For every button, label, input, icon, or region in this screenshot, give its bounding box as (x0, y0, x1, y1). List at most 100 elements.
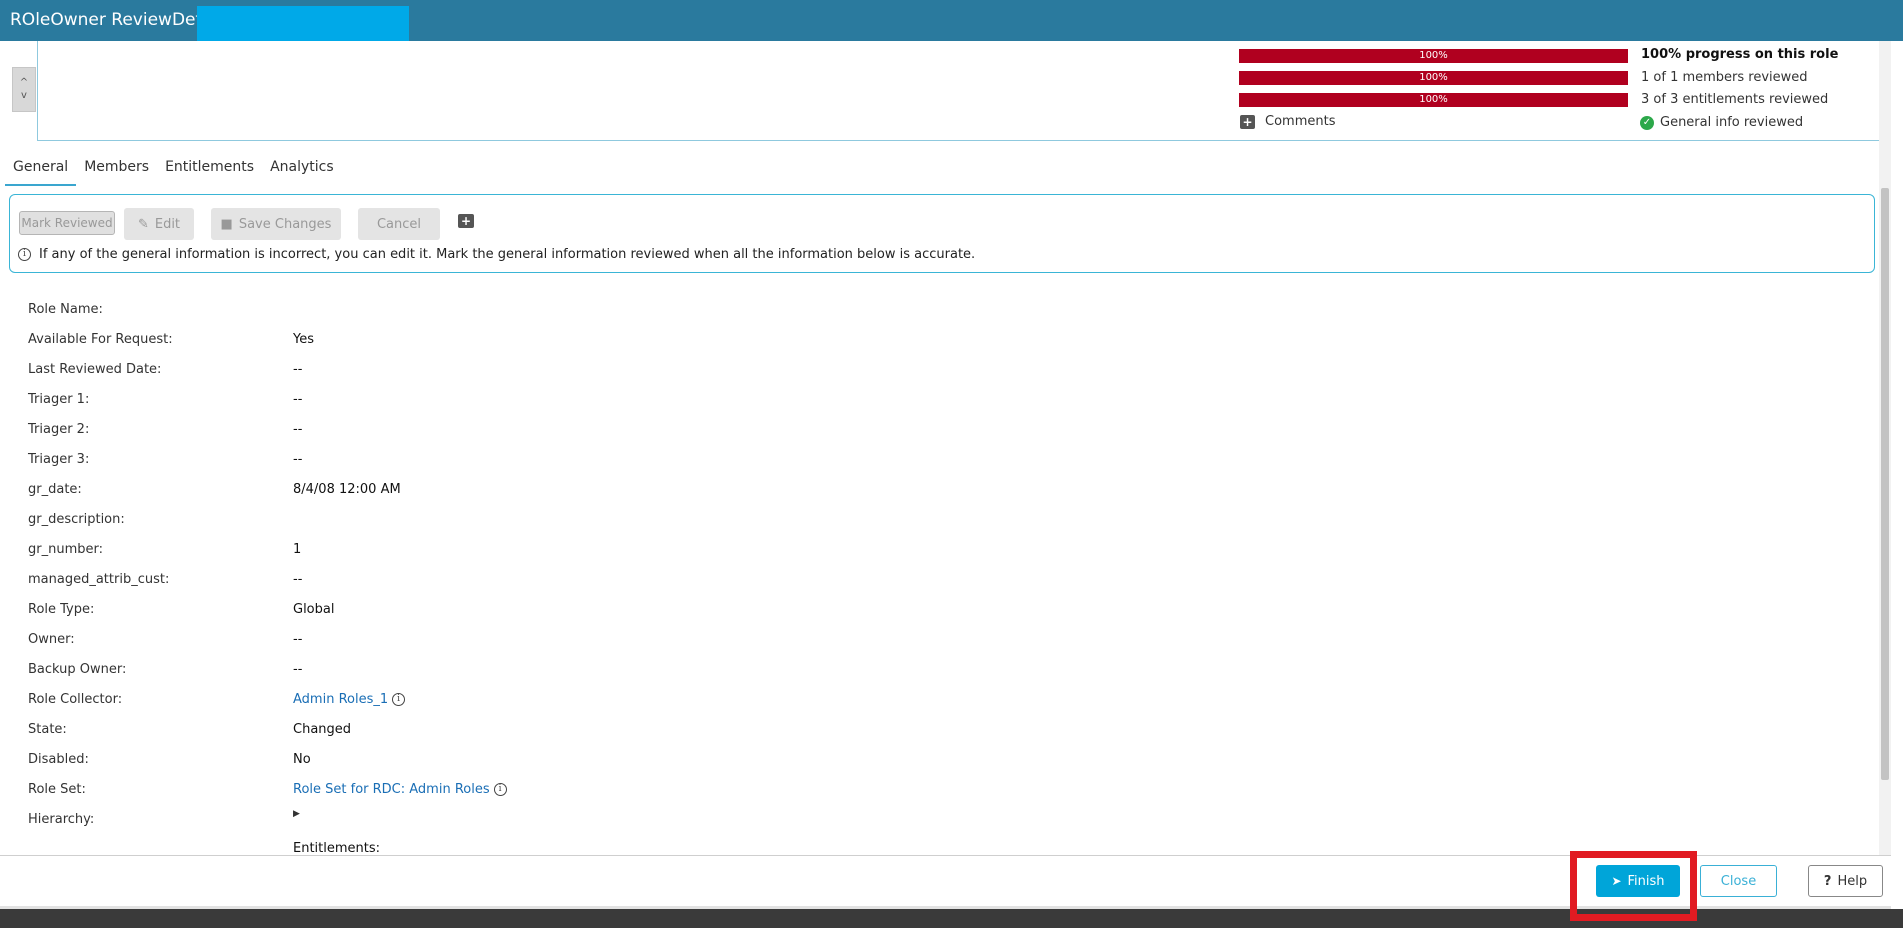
field-row-last-reviewed-date: Last Reviewed Date: -- (0, 354, 1880, 384)
field-label: Triager 1: (28, 392, 90, 407)
general-info-status: ✓ General info reviewed (1640, 115, 1803, 130)
entitlements-progress-bar-text: 100% (1419, 94, 1448, 105)
field-row-role-collector: Role Collector: Admin Roles_1 i (0, 684, 1880, 714)
field-value: No (293, 752, 311, 767)
info-message: i If any of the general information is i… (18, 247, 975, 262)
tab-general[interactable]: General (5, 156, 77, 186)
field-value: -- (293, 662, 303, 677)
field-value: Yes (293, 332, 314, 347)
add-comment-icon[interactable]: + (458, 214, 474, 228)
save-changes-button[interactable]: ■ Save Changes (211, 208, 341, 240)
field-row-gr-description: gr_description: (0, 504, 1880, 534)
finish-button[interactable]: ➤ Finish (1596, 865, 1680, 897)
hierarchy-expand-toggle[interactable]: ▶ (293, 809, 300, 819)
field-row-managed-attrib-cust: managed_attrib_cust: -- (0, 564, 1880, 594)
help-icon: ? (1823, 873, 1832, 889)
send-icon: ➤ (1611, 874, 1622, 888)
collapse-toggle-button[interactable]: ^ v (12, 67, 36, 112)
edit-button-label: Edit (154, 216, 181, 232)
field-row-triager-2: Triager 2: -- (0, 414, 1880, 444)
redacted-title-block (197, 6, 409, 43)
close-button[interactable]: Close (1700, 865, 1777, 897)
tab-entitlements[interactable]: Entitlements (157, 156, 262, 186)
field-label: Backup Owner: (28, 662, 127, 677)
comments-label: Comments (1265, 114, 1336, 129)
field-value: 8/4/08 12:00 AM (293, 482, 401, 497)
field-value: Global (293, 602, 335, 617)
entitlements-progress-bar: 100% (1239, 93, 1628, 107)
caret-right-icon[interactable]: ▶ (293, 809, 300, 819)
field-value: 1 (293, 542, 302, 557)
field-value: Entitlements: (293, 841, 381, 854)
field-row-role-type: Role Type: Global (0, 594, 1880, 624)
add-comment-icon: + (1240, 114, 1255, 129)
chevron-down-icon: v (21, 90, 27, 101)
field-row-backup-owner: Backup Owner: -- (0, 654, 1880, 684)
field-row-owner: Owner: -- (0, 624, 1880, 654)
field-row-triager-1: Triager 1: -- (0, 384, 1880, 414)
comments-link[interactable]: + Comments (1240, 114, 1335, 129)
field-row-state: State: Changed (0, 714, 1880, 744)
role-progress-bar-text: 100% (1419, 50, 1448, 61)
info-icon[interactable]: i (493, 783, 507, 796)
field-value: Changed (293, 722, 352, 737)
field-label: gr_date: (28, 482, 82, 497)
finish-button-label: Finish (1627, 873, 1665, 889)
field-label: Role Collector: (28, 692, 123, 707)
save-changes-label: Save Changes (238, 216, 332, 232)
field-value: -- (293, 632, 303, 647)
help-button[interactable]: ? Help (1808, 865, 1883, 897)
window-title: ROleOwner ReviewDef-1: (10, 10, 224, 30)
edit-button[interactable]: ✎ Edit (124, 208, 194, 240)
field-value: -- (293, 452, 303, 467)
field-label: Role Name: (28, 302, 103, 317)
role-progress-label: 100% progress on this role (1641, 47, 1839, 62)
field-label: Triager 3: (28, 452, 90, 467)
field-label: Disabled: (28, 752, 89, 767)
field-label: Owner: (28, 632, 75, 647)
info-text: If any of the general information is inc… (39, 247, 976, 262)
role-set-link[interactable]: Role Set for RDC: Admin Roles i (293, 782, 507, 797)
field-label: gr_number: (28, 542, 103, 557)
members-progress-bar-text: 100% (1419, 72, 1448, 83)
cancel-button[interactable]: Cancel (358, 208, 440, 240)
role-set-link-text[interactable]: Role Set for RDC: Admin Roles (293, 782, 490, 797)
general-info-label: General info reviewed (1660, 115, 1804, 130)
field-label: Last Reviewed Date: (28, 362, 162, 377)
field-label: Role Type: (28, 602, 95, 617)
field-value: -- (293, 392, 303, 407)
field-label: Hierarchy: (28, 812, 95, 827)
field-row-available-for-request: Available For Request: Yes (0, 324, 1880, 354)
tab-analytics[interactable]: Analytics (262, 156, 342, 186)
field-label: State: (28, 722, 67, 737)
info-icon[interactable]: i (392, 693, 406, 706)
save-icon: ■ (220, 216, 233, 232)
mark-reviewed-button[interactable]: Mark Reviewed (19, 211, 115, 235)
field-value: -- (293, 362, 303, 377)
role-collector-link[interactable]: Admin Roles_1 i (293, 692, 406, 707)
chevron-up-icon: ^ (19, 77, 29, 88)
info-icon: i (18, 248, 31, 261)
field-label: Triager 2: (28, 422, 90, 437)
role-collector-link-text[interactable]: Admin Roles_1 (293, 692, 388, 707)
field-label: Available For Request: (28, 332, 173, 347)
field-row-hierarchy: Hierarchy: ▶ (0, 804, 1880, 834)
field-row-gr-date: gr_date: 8/4/08 12:00 AM (0, 474, 1880, 504)
pencil-icon: ✎ (137, 216, 149, 232)
vertical-scrollbar-thumb[interactable] (1881, 188, 1889, 780)
role-progress-bar: 100% (1239, 49, 1628, 63)
field-row-role-name: Role Name: (0, 294, 1880, 324)
entitlements-progress-label: 3 of 3 entitlements reviewed (1641, 92, 1829, 107)
general-toolbar: Mark Reviewed ✎ Edit ■ Save Changes Canc… (9, 194, 1875, 273)
tab-members[interactable]: Members (76, 156, 157, 186)
field-row-triager-3: Triager 3: -- (0, 444, 1880, 474)
field-row-role-set: Role Set: Role Set for RDC: Admin Roles … (0, 774, 1880, 804)
field-value: -- (293, 572, 303, 587)
field-value: -- (293, 422, 303, 437)
tab-bar: General Members Entitlements Analytics (5, 156, 342, 186)
check-circle-icon: ✓ (1640, 115, 1654, 130)
members-progress-label: 1 of 1 members reviewed (1641, 70, 1808, 85)
members-progress-bar: 100% (1239, 71, 1628, 85)
field-label: gr_description: (28, 512, 125, 527)
title-bar: ROleOwner ReviewDef-1: (0, 0, 1903, 43)
